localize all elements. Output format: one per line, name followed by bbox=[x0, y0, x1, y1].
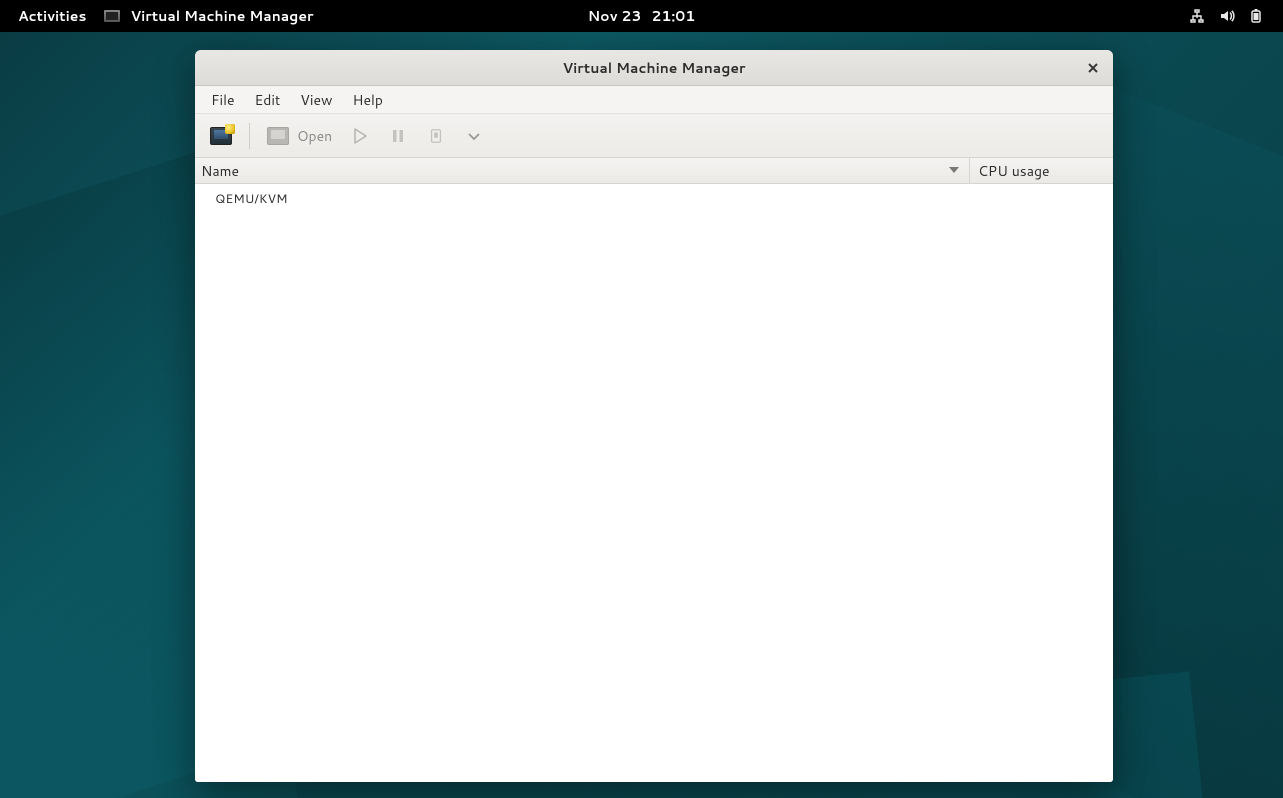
close-icon bbox=[1087, 62, 1099, 74]
network-icon[interactable] bbox=[1189, 8, 1205, 24]
menu-view[interactable]: View bbox=[290, 86, 342, 114]
menu-help[interactable]: Help bbox=[343, 86, 393, 114]
app-icon bbox=[104, 10, 120, 22]
play-icon bbox=[351, 127, 369, 145]
vm-list[interactable]: QEMU/KVM bbox=[195, 184, 1113, 782]
window-close-button[interactable] bbox=[1081, 56, 1105, 80]
run-button[interactable] bbox=[343, 120, 377, 152]
chevron-down-icon bbox=[465, 127, 483, 145]
connection-row[interactable]: QEMU/KVM bbox=[195, 184, 1113, 214]
pause-icon bbox=[389, 127, 407, 145]
new-vm-button[interactable] bbox=[203, 120, 239, 152]
current-app-menu[interactable]: Virtual Machine Manager bbox=[104, 6, 313, 26]
time-label: 21:01 bbox=[651, 6, 695, 26]
column-header-name[interactable]: Name bbox=[195, 158, 970, 183]
date-label: Nov 23 bbox=[588, 6, 642, 26]
battery-icon[interactable] bbox=[1249, 8, 1265, 24]
menubar: File Edit View Help bbox=[195, 86, 1113, 114]
toolbar-separator bbox=[249, 123, 250, 149]
clock-button[interactable]: Nov 23 21:01 bbox=[588, 6, 696, 26]
window-titlebar[interactable]: Virtual Machine Manager bbox=[195, 50, 1113, 86]
sort-desc-icon bbox=[949, 167, 959, 173]
pause-button[interactable] bbox=[381, 120, 415, 152]
connection-label: QEMU/KVM bbox=[215, 190, 288, 208]
shutdown-button[interactable] bbox=[419, 120, 453, 152]
console-icon bbox=[267, 127, 289, 145]
volume-icon[interactable] bbox=[1219, 8, 1235, 24]
menu-file[interactable]: File bbox=[201, 86, 245, 114]
shutdown-menu-button[interactable] bbox=[457, 120, 491, 152]
menu-edit[interactable]: Edit bbox=[245, 86, 291, 114]
window-title: Virtual Machine Manager bbox=[562, 58, 745, 78]
column-header-cpu[interactable]: CPU usage bbox=[970, 158, 1113, 183]
new-vm-icon bbox=[210, 127, 232, 145]
column-name-label: Name bbox=[201, 161, 239, 181]
virt-manager-window: Virtual Machine Manager File Edit View H… bbox=[195, 50, 1113, 782]
shutdown-icon bbox=[428, 127, 444, 145]
open-label: Open bbox=[297, 126, 332, 146]
column-headers: Name CPU usage bbox=[195, 158, 1113, 184]
gnome-top-panel: Activities Virtual Machine Manager Nov 2… bbox=[0, 0, 1283, 32]
column-cpu-label: CPU usage bbox=[978, 161, 1050, 181]
activities-button[interactable]: Activities bbox=[18, 6, 86, 26]
open-console-button[interactable]: Open bbox=[260, 120, 339, 152]
toolbar: Open bbox=[195, 114, 1113, 158]
current-app-label: Virtual Machine Manager bbox=[130, 6, 313, 26]
